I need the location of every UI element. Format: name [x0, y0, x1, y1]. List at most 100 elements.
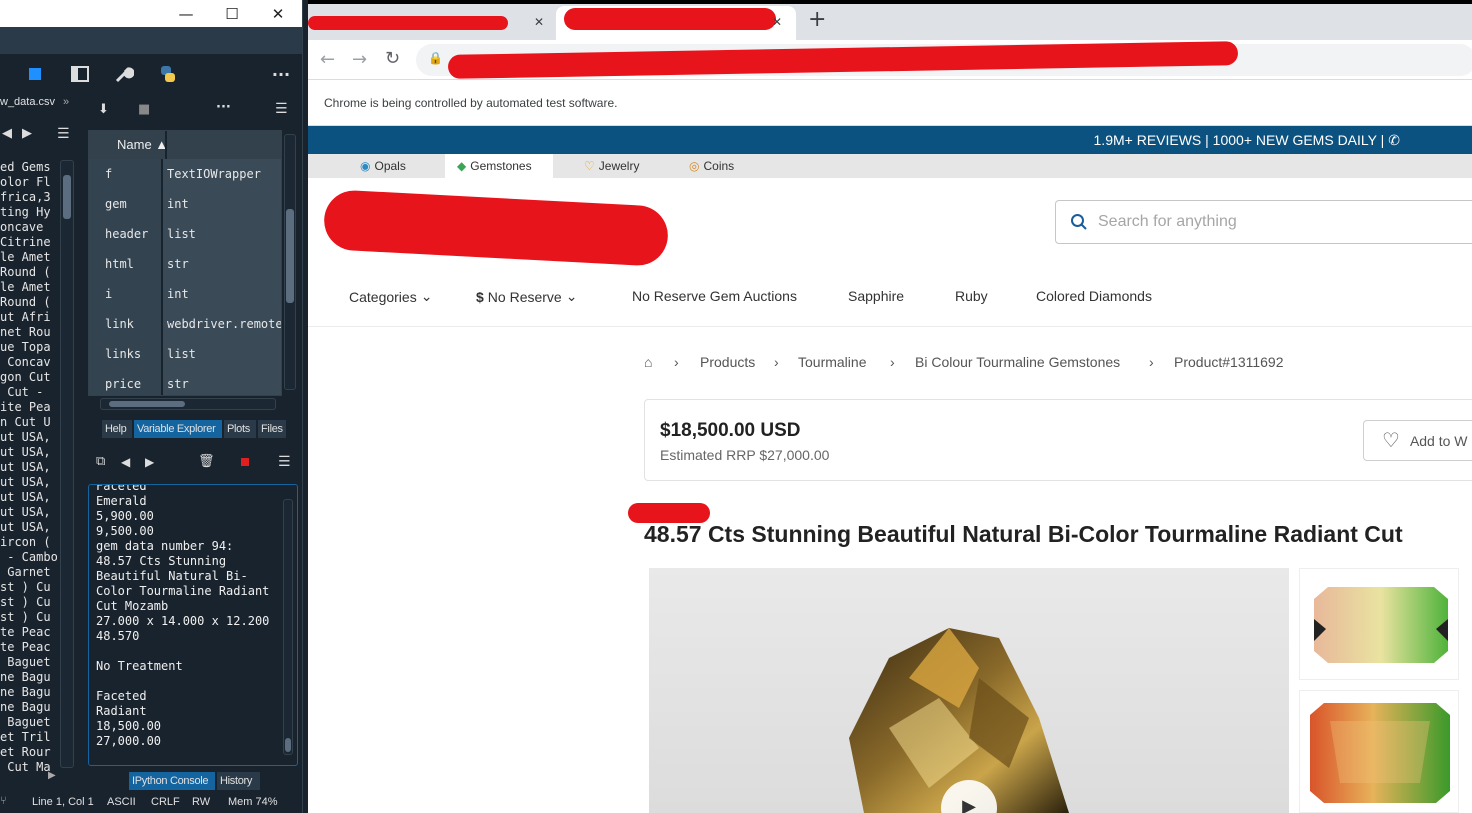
address-bar[interactable]: 🔒 [416, 41, 1472, 79]
more-options-icon[interactable]: ··· [268, 62, 294, 86]
file-encoding: ASCII [107, 796, 136, 808]
console-tab-ipython-console[interactable]: IPython Console [129, 772, 215, 790]
add-to-wishlist-button[interactable]: ♡ Add to W [1363, 420, 1472, 461]
tab-close-icon[interactable]: ✕ [772, 15, 782, 29]
thumbnail-1[interactable] [1299, 568, 1459, 680]
editor-scrollbar[interactable] [60, 160, 74, 768]
editor-code-line: ne Bagu [0, 685, 51, 699]
variable-row[interactable]: link webdriver.remote [89, 308, 281, 339]
reload-icon[interactable]: ↻ [385, 48, 400, 69]
nav-no-reserve[interactable]: $ No Reserve ⌄ [476, 288, 577, 305]
breadcrumb-bi-colour[interactable]: Bi Colour Tourmaline Gemstones [915, 354, 1120, 370]
console-line: 5,900.00 [96, 509, 154, 523]
home-icon[interactable]: ⌂ [644, 354, 652, 370]
automation-infobar: Chrome is being controlled by automated … [308, 80, 1472, 126]
new-tab-button[interactable]: + [808, 7, 826, 32]
editor-prev-icon[interactable]: ◀ [2, 126, 12, 141]
editor-code-line: et Rour [0, 745, 51, 759]
automation-message: Chrome is being controlled by automated … [324, 96, 618, 110]
minimize-button[interactable]: — [163, 0, 209, 27]
variable-row[interactable]: price str [89, 368, 281, 395]
variable-scrollbar-vertical[interactable] [284, 134, 296, 390]
category-opals[interactable]: ◉ Opals [360, 154, 440, 178]
editor-code-line: Round ( [0, 295, 51, 309]
editor-code-line: ut Afri [0, 310, 51, 324]
stop-kernel-icon[interactable] [241, 458, 249, 466]
console-prev-icon[interactable]: ◀ [121, 455, 130, 469]
console-scrollbar[interactable] [283, 499, 293, 755]
tab-strip: ✕ ✕ + [308, 0, 1472, 40]
console-line: 48.57 Cts Stunning [96, 554, 227, 568]
variable-options-icon[interactable]: ··· [216, 100, 231, 115]
variable-row[interactable]: i int [89, 278, 281, 309]
console-next-icon[interactable]: ▶ [145, 455, 154, 469]
editor-code-line: le Amet [0, 250, 51, 264]
editor-code-line: ut USA, [0, 520, 51, 534]
phone-icon[interactable]: ✆ [1388, 132, 1400, 149]
redaction-mark [564, 8, 776, 30]
pane-tab-help[interactable]: Help [102, 420, 132, 438]
variable-row[interactable]: header list [89, 218, 281, 249]
wrench-icon[interactable] [111, 62, 137, 86]
editor-file-tab[interactable]: w_data.csv» [0, 96, 80, 116]
variable-row[interactable]: f TextIOWrapper [89, 158, 281, 189]
thumbnail-2[interactable] [1299, 690, 1459, 813]
editor-scroll-right-icon[interactable]: ▶ [48, 770, 56, 781]
variable-row[interactable]: links list [89, 338, 281, 369]
variable-type: webdriver.remote [163, 308, 281, 339]
pane-tab-variable-explorer[interactable]: Variable Explorer [134, 420, 222, 438]
nav-sapphire[interactable]: Sapphire [848, 288, 904, 304]
editor-code-line: Citrine [0, 235, 51, 249]
editor-code-line: n Cut U [0, 415, 51, 429]
nav-ruby[interactable]: Ruby [955, 288, 988, 304]
variable-scrollbar-horizontal[interactable] [100, 398, 276, 410]
nav-no-reserve-gem-auctions[interactable]: No Reserve Gem Auctions [632, 288, 797, 304]
category-jewelry[interactable]: ♡ Jewelry [584, 154, 664, 178]
layout-icon[interactable] [67, 62, 93, 86]
editor-next-icon[interactable]: ▶ [22, 126, 32, 141]
console-line: Cut Mozamb [96, 599, 169, 613]
console-menu-icon[interactable]: ☰ [278, 454, 291, 470]
column-header-name[interactable]: Name ▲ [117, 137, 168, 152]
variable-row[interactable]: html str [89, 248, 281, 279]
back-icon[interactable]: ← [320, 49, 335, 70]
product-main-image[interactable]: ▶ [649, 568, 1289, 813]
pane-tab-files[interactable]: Files [258, 420, 286, 438]
variable-row[interactable]: gem int [89, 188, 281, 219]
spyder-titlebar: — ☐ ✕ [0, 0, 302, 27]
trash-icon[interactable]: 🗑 [198, 454, 215, 469]
variable-name: gem [89, 188, 163, 219]
editor-code-line: le Amet [0, 280, 51, 294]
save-data-icon[interactable]: ■ [138, 102, 150, 117]
category-coins[interactable]: ◎ Coins [689, 154, 769, 178]
editor-menu-icon[interactable]: ☰ [57, 126, 70, 142]
forward-icon[interactable]: → [352, 49, 367, 70]
console-tab-history[interactable]: History [217, 772, 260, 790]
ipython-console[interactable]: Faceted Emerald 5,900.00 9,500.00 gem data n… [88, 484, 298, 766]
stop-square-icon[interactable] [22, 62, 48, 86]
console-window-icon[interactable]: ⧉ [96, 454, 105, 469]
browser-tab-2-active[interactable]: ✕ [556, 6, 796, 40]
nav-colored-diamonds[interactable]: Colored Diamonds [1036, 288, 1152, 304]
memory-usage: Mem 74% [228, 796, 278, 808]
maximize-button[interactable]: ☐ [209, 0, 255, 27]
category-gemstones[interactable]: ◆ Gemstones [445, 154, 553, 178]
close-button[interactable]: ✕ [255, 0, 301, 27]
search-box[interactable]: Search for anything [1055, 200, 1472, 244]
nav-categories[interactable]: Categories ⌄ [349, 288, 432, 305]
browser-tab-1[interactable]: ✕ [308, 6, 552, 40]
import-data-icon[interactable]: ⬇ [98, 102, 109, 117]
python-icon[interactable] [155, 62, 181, 86]
variable-menu-icon[interactable]: ☰ [275, 101, 288, 117]
console-line: Beautiful Natural Bi- [96, 569, 248, 583]
editor-code-line: Baguet [0, 715, 51, 729]
editor-code-lines[interactable]: ed Gems olor Fl frica,3 ting Hy oncave Citrin… [0, 160, 58, 772]
tab-close-icon[interactable]: ✕ [534, 15, 544, 29]
breadcrumb-products[interactable]: Products [700, 354, 755, 370]
variable-type: int [163, 188, 281, 219]
breadcrumb-separator-icon: › [774, 354, 779, 370]
pane-tab-plots[interactable]: Plots [224, 420, 256, 438]
breadcrumb-tourmaline[interactable]: Tourmaline [798, 354, 866, 370]
